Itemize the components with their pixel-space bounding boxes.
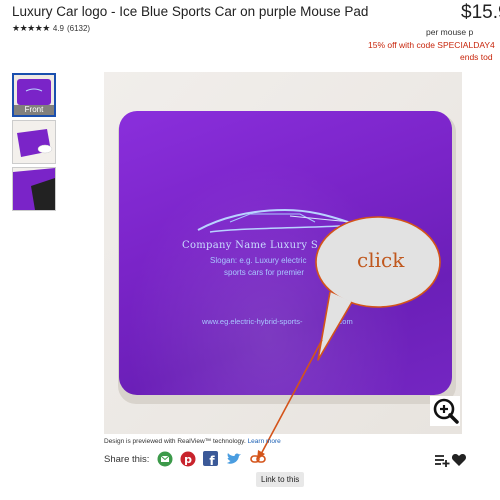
zoom-in-icon bbox=[433, 398, 459, 424]
email-icon bbox=[157, 451, 173, 467]
zoom-button[interactable] bbox=[430, 396, 460, 426]
link-tooltip: Link to this bbox=[256, 472, 305, 487]
add-to-list-icon bbox=[435, 455, 450, 467]
share-link-button[interactable] bbox=[250, 451, 266, 467]
svg-text:f: f bbox=[209, 454, 215, 467]
pinterest-icon: p bbox=[180, 451, 196, 467]
svg-text:p: p bbox=[184, 453, 192, 466]
heart-icon bbox=[451, 454, 467, 466]
link-icon bbox=[250, 455, 266, 463]
add-to-list-button[interactable] bbox=[434, 452, 450, 468]
callout-annotation bbox=[257, 216, 441, 460]
share-email-button[interactable] bbox=[157, 451, 173, 467]
favorite-button[interactable] bbox=[451, 452, 467, 468]
share-pinterest-button[interactable]: p bbox=[180, 451, 196, 467]
share-twitter-button[interactable] bbox=[226, 451, 242, 467]
callout-text: click bbox=[357, 248, 405, 272]
share-label: Share this: bbox=[104, 454, 150, 465]
realview-note-text: Design is previewed with RealView™ techn… bbox=[104, 438, 246, 445]
callout-tail bbox=[317, 291, 353, 361]
twitter-icon bbox=[227, 453, 241, 464]
realview-note: Design is previewed with RealView™ techn… bbox=[104, 438, 281, 445]
facebook-icon: f bbox=[203, 451, 218, 468]
share-facebook-button[interactable]: f bbox=[203, 451, 219, 468]
learn-more-link[interactable]: Learn more bbox=[248, 438, 281, 445]
